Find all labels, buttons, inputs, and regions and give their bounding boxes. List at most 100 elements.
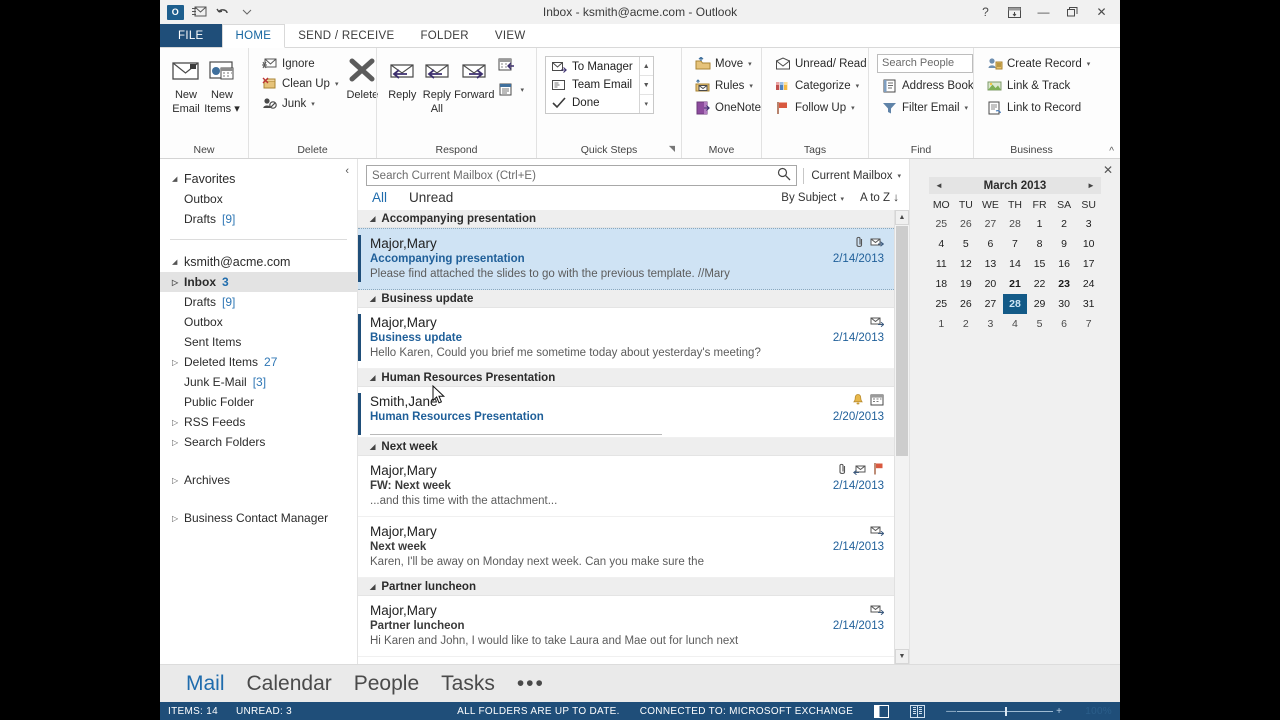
filter-email-button[interactable]: Filter Email ▾ [877, 98, 978, 117]
nav-tasks[interactable]: Tasks [441, 672, 495, 696]
calendar-day-2[interactable]: 2 [954, 314, 979, 334]
scroll-down-icon[interactable]: ▼ [895, 649, 909, 664]
calendar-day-31[interactable]: 31 [1076, 294, 1101, 314]
calendar-day-28[interactable]: 28 [1003, 214, 1028, 234]
create-record-button[interactable]: Create Record ▾ [982, 54, 1094, 73]
delete-button[interactable]: Delete [346, 52, 378, 101]
meeting-button[interactable] [494, 54, 528, 76]
message-item-partner-luncheon[interactable]: Major,Mary Partner luncheon Hi Karen and… [358, 596, 894, 657]
sidebar-item-junk-email[interactable]: Junk E-Mail [3] [160, 372, 357, 392]
group-by-dropdown[interactable]: By Subject ▾ [781, 192, 844, 204]
quick-step-team-email[interactable]: Team Email [546, 76, 639, 94]
calendar-day-18[interactable]: 18 [929, 274, 954, 294]
calendar-day-21[interactable]: 21 [1003, 274, 1028, 294]
sidebar-item-fav-drafts[interactable]: Drafts [9] [160, 209, 357, 229]
move-button[interactable]: Move ▾ [690, 54, 765, 73]
address-book-button[interactable]: Address Book [877, 76, 978, 95]
calendar-day-17[interactable]: 17 [1076, 254, 1101, 274]
archives-expand-icon[interactable]: ▷ [172, 476, 184, 485]
link-track-button[interactable]: Link & Track [982, 76, 1094, 95]
help-icon[interactable]: ? [971, 1, 1000, 23]
quick-steps-scroll-up-icon[interactable]: ▲ [639, 57, 653, 76]
zoom-in-button[interactable]: + [1053, 706, 1065, 717]
calendar-day-7[interactable]: 7 [1076, 314, 1101, 334]
link-to-record-button[interactable]: Link to Record [982, 98, 1094, 117]
reading-view-icon[interactable] [909, 704, 925, 718]
categorize-button[interactable]: Categorize ▾ [770, 76, 871, 95]
categorize-caret-icon[interactable]: ▾ [856, 82, 860, 90]
ribbon-display-options-icon[interactable] [1000, 1, 1029, 23]
calendar-day-23[interactable]: 23 [1052, 274, 1077, 294]
calendar-day-6[interactable]: 6 [1052, 314, 1077, 334]
normal-view-icon[interactable] [873, 704, 889, 718]
calendar-day-11[interactable]: 11 [929, 254, 954, 274]
calendar-day-1[interactable]: 1 [1027, 214, 1052, 234]
sidebar-item-outbox[interactable]: Outbox [160, 312, 357, 332]
nav-mail[interactable]: Mail [186, 672, 225, 696]
sidebar-item-archives[interactable]: ▷ Archives [160, 470, 357, 490]
calendar-day-14[interactable]: 14 [1003, 254, 1028, 274]
sidebar-item-sent-items[interactable]: Sent Items [160, 332, 357, 352]
sidebar-item-business-contact-manager[interactable]: ▷ Business Contact Manager [160, 508, 357, 528]
calendar-day-26[interactable]: 26 [954, 294, 979, 314]
calendar-day-4[interactable]: 4 [1003, 314, 1028, 334]
group-collapse-icon[interactable]: ◢ [370, 215, 375, 223]
create-record-caret-icon[interactable]: ▾ [1087, 60, 1091, 68]
nav-overflow-icon[interactable]: ••• [517, 672, 545, 696]
flag-icon[interactable] [873, 462, 884, 478]
junk-button[interactable]: Junk ▾ [257, 94, 342, 113]
message-list-scrollbar[interactable]: ▲ ▼ [894, 210, 909, 664]
calendar-day-26[interactable]: 26 [954, 214, 979, 234]
prev-month-icon[interactable]: ◄ [929, 181, 949, 190]
minimize-button[interactable]: — [1029, 1, 1058, 23]
calendar-day-25[interactable]: 25 [929, 214, 954, 234]
quick-steps-more-icon[interactable]: ▾ [640, 95, 653, 113]
tab-view[interactable]: VIEW [482, 24, 539, 47]
forward-button[interactable]: Forward [454, 52, 494, 101]
sidebar-item-public-folder[interactable]: Public Folder [160, 392, 357, 412]
calendar-day-24[interactable]: 24 [1076, 274, 1101, 294]
sidebar-item-deleted-items[interactable]: ▷ Deleted Items 27 [160, 352, 357, 372]
new-items-button[interactable]: New Items ▾ [204, 52, 240, 115]
deleted-items-expand-icon[interactable]: ▷ [172, 358, 184, 367]
reply-all-button[interactable]: Reply All [420, 52, 455, 115]
sidebar-item-search-folders[interactable]: ▷ Search Folders [160, 432, 357, 452]
group-header-human-resources-presentation[interactable]: ◢ Human Resources Presentation [358, 369, 894, 387]
calendar-day-6[interactable]: 6 [978, 234, 1003, 254]
favorites-expand-icon[interactable]: ◢ [172, 175, 184, 183]
calendar-day-16[interactable]: 16 [1052, 254, 1077, 274]
message-item-accompanying-presentation[interactable]: Major,Mary Accompanying presentation Ple… [358, 228, 894, 290]
group-header-partner-luncheon[interactable]: ◢ Partner luncheon [358, 578, 894, 596]
calendar-day-15[interactable]: 15 [1027, 254, 1052, 274]
group-header-business-update[interactable]: ◢ Business update [358, 290, 894, 308]
folder-favorites-header[interactable]: ◢ Favorites [160, 169, 357, 189]
calendar-day-27[interactable]: 27 [978, 214, 1003, 234]
rules-caret-icon[interactable]: ▾ [749, 82, 753, 90]
nav-calendar[interactable]: Calendar [247, 672, 332, 696]
message-item-business-update[interactable]: Major,Mary Business update Hello Karen, … [358, 308, 894, 369]
search-icon[interactable] [777, 167, 791, 184]
reply-button[interactable]: Reply [385, 52, 420, 101]
clean-up-button[interactable]: Clean Up ▾ [257, 74, 342, 93]
group-collapse-icon[interactable]: ◢ [370, 583, 375, 591]
quick-step-to-manager[interactable]: To Manager [546, 58, 639, 76]
calendar-day-27[interactable]: 27 [978, 294, 1003, 314]
search-scope-caret-icon[interactable]: ▾ [897, 172, 901, 180]
calendar-day-9[interactable]: 9 [1052, 234, 1077, 254]
calendar-day-28[interactable]: 28 [1002, 294, 1028, 314]
nav-people[interactable]: People [354, 672, 419, 696]
close-button[interactable]: ✕ [1087, 1, 1116, 23]
calendar-day-1[interactable]: 1 [929, 314, 954, 334]
follow-up-caret-icon[interactable]: ▾ [851, 104, 855, 112]
calendar-day-13[interactable]: 13 [978, 254, 1003, 274]
search-folders-expand-icon[interactable]: ▷ [172, 438, 184, 447]
calendar-day-3[interactable]: 3 [1076, 214, 1101, 234]
sidebar-item-drafts[interactable]: Drafts [9] [160, 292, 357, 312]
account-expand-icon[interactable]: ◢ [172, 258, 184, 266]
calendar-day-20[interactable]: 20 [978, 274, 1003, 294]
zoom-handle[interactable] [1005, 706, 1008, 716]
calendar-day-7[interactable]: 7 [1003, 234, 1028, 254]
filter-unread[interactable]: Unread [409, 190, 453, 205]
more-respond-caret-icon[interactable]: ▾ [520, 86, 524, 94]
filter-all[interactable]: All [372, 190, 387, 205]
